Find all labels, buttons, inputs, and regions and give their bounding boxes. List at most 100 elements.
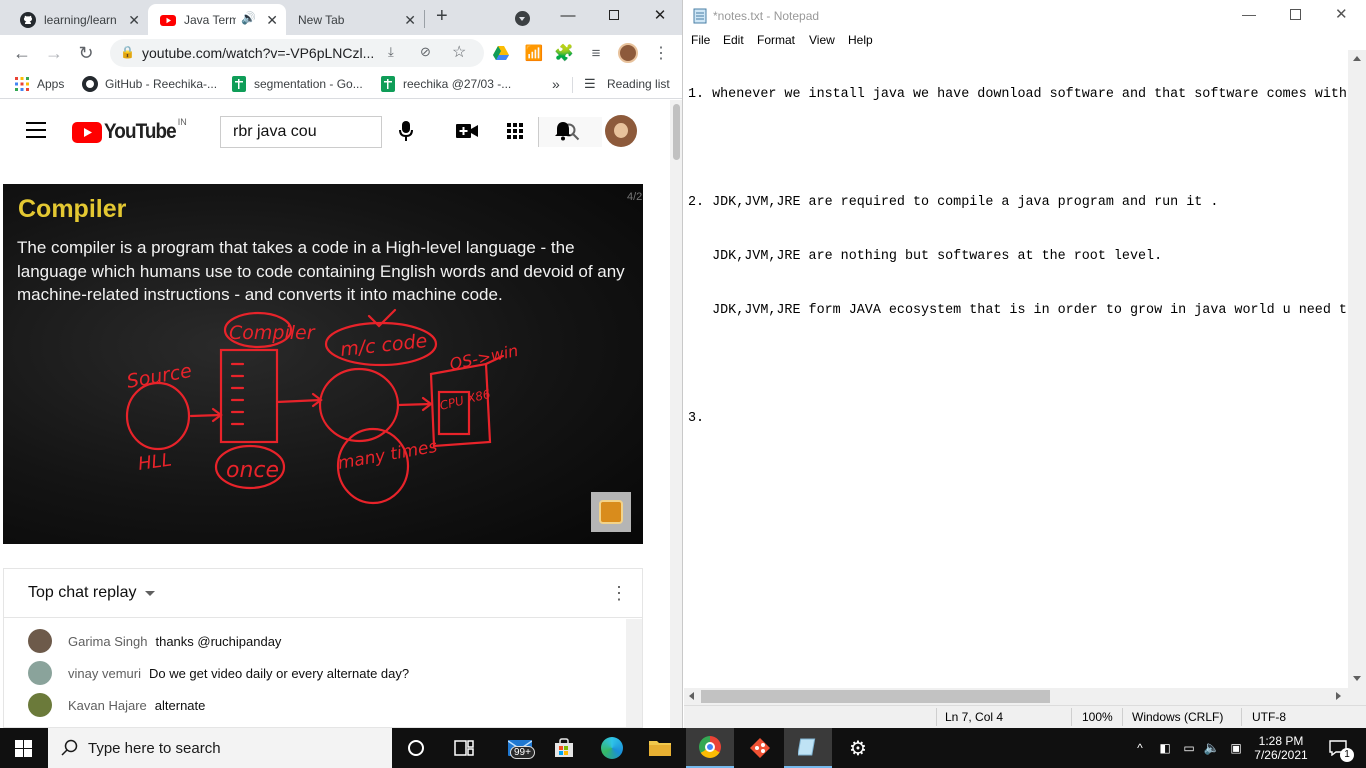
url-text: youtube.com/watch?v=-VP6pLNCzl... <box>142 45 375 61</box>
avatar[interactable] <box>605 115 637 147</box>
notifications-bell-icon[interactable] <box>554 121 572 141</box>
maximize-icon[interactable] <box>1290 9 1301 20</box>
scroll-up-icon[interactable] <box>1353 56 1361 61</box>
menu-file[interactable]: File <box>691 33 710 47</box>
notepad-taskbar-icon[interactable] <box>784 728 832 768</box>
close-window-icon[interactable]: ✕ <box>637 0 682 30</box>
eye-off-icon[interactable]: ⊘ <box>420 44 431 60</box>
settings-gear-icon[interactable]: ⚙ <box>834 728 882 768</box>
chat-author[interactable]: Garima Singh <box>68 634 147 649</box>
chat-author[interactable]: vinay vemuri <box>68 666 141 681</box>
bookmark-reechika[interactable]: reechika @27/03 -... <box>380 76 511 92</box>
close-tab-icon[interactable]: ✕ <box>404 12 416 29</box>
address-bar[interactable]: 🔒 youtube.com/watch?v=-VP6pLNCzl... ⤓ ⊘ … <box>110 39 484 67</box>
drive-icon[interactable] <box>492 44 510 62</box>
analytics-icon[interactable]: 📶 <box>522 41 546 65</box>
menu-edit[interactable]: Edit <box>723 33 744 47</box>
tab-title: Java Term <box>184 12 236 27</box>
menu-view[interactable]: View <box>809 33 835 47</box>
tab-search-icon[interactable] <box>515 11 530 26</box>
file-explorer-icon[interactable] <box>636 728 684 768</box>
minimize-icon[interactable]: — <box>1242 6 1256 22</box>
search-icon <box>61 739 78 756</box>
forward-icon[interactable]: → <box>42 41 66 65</box>
install-icon[interactable]: ⤓ <box>388 44 394 60</box>
chat-scrollbar[interactable] <box>626 619 642 727</box>
dropdown-arrow-icon <box>144 590 155 596</box>
media-queue-icon[interactable]: ≡ <box>584 41 608 65</box>
scroll-right-icon[interactable] <box>1336 692 1341 700</box>
microphone-icon[interactable] <box>398 120 414 142</box>
chat-text: thanks @ruchipanday <box>155 633 282 649</box>
tab-github[interactable]: learning/learn ✕ <box>8 4 148 35</box>
create-video-icon[interactable] <box>456 124 478 138</box>
scrollbar-thumb[interactable] <box>673 104 680 160</box>
windows-taskbar: Type here to search 99+ ⚙ ^ ◧ ▭ 🔈 ▣ 1:28… <box>0 728 1366 768</box>
battery-icon[interactable]: ▭ <box>1178 728 1200 768</box>
notification-center-icon[interactable]: 1 <box>1318 728 1358 768</box>
speaker-icon[interactable]: 🔊 <box>241 11 256 25</box>
bookmark-apps[interactable]: Apps <box>14 76 64 92</box>
bookmark-segmentation[interactable]: segmentation - Go... <box>231 76 363 92</box>
close-window-icon[interactable]: ✕ <box>1335 5 1348 23</box>
channel-watermark[interactable] <box>591 492 631 532</box>
chat-author[interactable]: Kavan Hajare <box>68 698 147 713</box>
new-tab-icon[interactable]: + <box>436 5 448 28</box>
notification-count: 1 <box>1340 748 1354 762</box>
profile-avatar[interactable] <box>618 43 638 63</box>
status-divider <box>1241 708 1242 726</box>
apps-grid-icon[interactable] <box>507 123 523 139</box>
chalk-diagram: Source Compiler m/c code OS->win CPU X86… <box>125 308 520 505</box>
scroll-left-icon[interactable] <box>689 692 694 700</box>
chat-message: vinay vemuri Do we get video daily or ev… <box>28 661 409 685</box>
minimize-icon[interactable]: — <box>545 0 591 30</box>
input-indicator-icon[interactable]: ▣ <box>1226 728 1246 768</box>
video-player[interactable]: Compiler 4/2 The compiler is a program t… <box>3 184 643 544</box>
meet-now-icon[interactable]: ◧ <box>1156 728 1174 768</box>
avatar <box>28 693 52 717</box>
show-hidden-icons[interactable]: ^ <box>1130 728 1150 768</box>
store-icon[interactable] <box>540 728 588 768</box>
volume-icon[interactable]: 🔈 <box>1202 728 1222 768</box>
tab-youtube[interactable]: Java Term 🔊 ✕ <box>148 4 286 35</box>
clock-time: 1:28 PM <box>1258 734 1304 748</box>
hamburger-menu-icon[interactable] <box>26 122 46 138</box>
bookmark-github[interactable]: GitHub - Reechika-... <box>82 76 217 92</box>
bookmark-star-icon[interactable]: ☆ <box>452 42 466 62</box>
extensions-icon[interactable]: 🧩 <box>552 41 576 65</box>
mail-icon[interactable]: 99+ <box>496 728 544 768</box>
notepad-text-area[interactable]: 1. whenever we install java we have down… <box>684 50 1348 688</box>
reload-icon[interactable]: ↻ <box>74 41 98 65</box>
back-icon[interactable]: ← <box>10 41 34 65</box>
close-tab-icon[interactable]: ✕ <box>128 12 140 29</box>
youtube-search-input[interactable]: rbr java cou <box>220 116 602 148</box>
page-scrollbar[interactable] <box>670 100 682 728</box>
vertical-scrollbar[interactable] <box>1348 50 1366 688</box>
maximize-icon[interactable] <box>591 0 637 30</box>
cortana-icon[interactable] <box>392 728 440 768</box>
task-view-icon[interactable] <box>440 728 488 768</box>
tab-new-tab[interactable]: New Tab ✕ <box>286 4 424 35</box>
bookmarks-overflow-button[interactable]: » <box>552 76 560 92</box>
taskbar-search-box[interactable]: Type here to search <box>48 728 392 768</box>
more-options-icon[interactable]: ⋮ <box>610 583 628 604</box>
chrome-taskbar-icon[interactable] <box>686 728 734 768</box>
reading-list-button[interactable]: ☰ Reading list <box>584 76 670 92</box>
menu-format[interactable]: Format <box>757 33 795 47</box>
text-line: JDK,JVM,JRE are nothing but softwares at… <box>688 249 1163 264</box>
scroll-down-icon[interactable] <box>1353 676 1361 681</box>
menu-help[interactable]: Help <box>848 33 873 47</box>
notepad-icon <box>693 8 707 24</box>
close-tab-icon[interactable]: ✕ <box>266 12 278 29</box>
git-icon[interactable] <box>736 728 784 768</box>
scrollbar-thumb[interactable] <box>701 690 1050 703</box>
windows-start-icon[interactable] <box>15 740 32 757</box>
menu-dots-icon[interactable]: ⋮ <box>649 41 673 65</box>
edge-icon[interactable] <box>588 728 636 768</box>
horizontal-scrollbar[interactable] <box>684 688 1348 705</box>
clock[interactable]: 1:28 PM 7/26/2021 <box>1252 728 1310 768</box>
text-line <box>688 356 1348 374</box>
youtube-logo[interactable]: YouTube IN <box>72 117 193 144</box>
chat-mode-dropdown[interactable]: Top chat replay <box>28 584 155 602</box>
window-title: *notes.txt - Notepad <box>713 9 820 23</box>
